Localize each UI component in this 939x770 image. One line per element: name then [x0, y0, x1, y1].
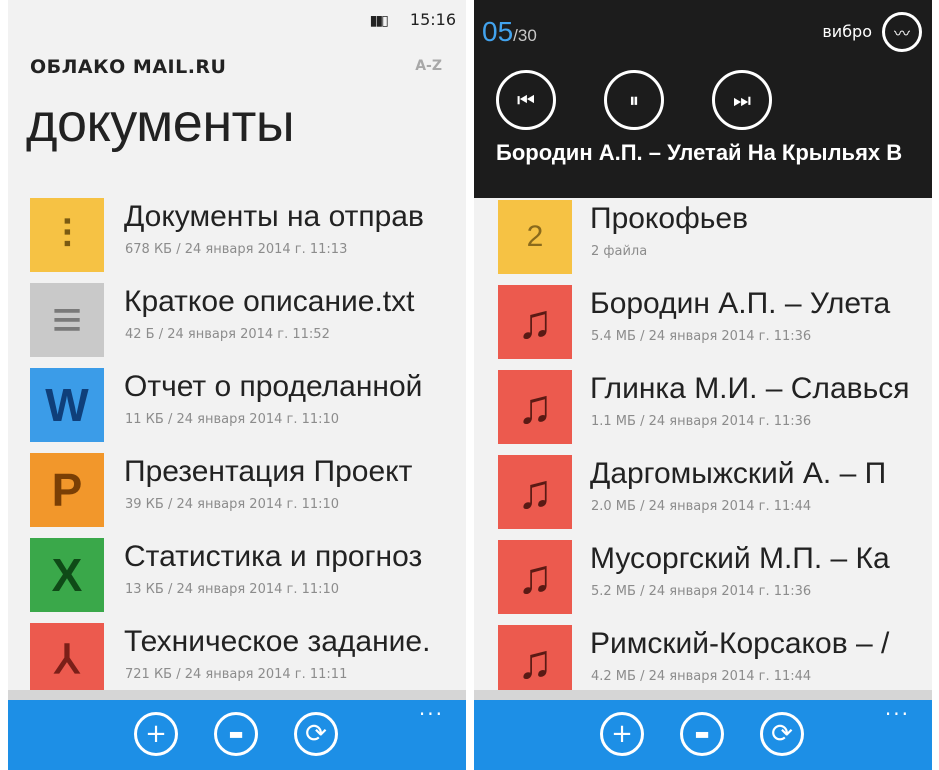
- file-row[interactable]: ♫ Глинка М.И. – Славься 1.1 МБ / 24 января…: [474, 370, 932, 456]
- previous-track-button[interactable]: ⏮: [496, 70, 556, 130]
- file-tile: ♫: [498, 370, 572, 444]
- file-tile: 2: [498, 200, 572, 274]
- file-tile: P: [30, 453, 104, 527]
- music-icon: ♫: [517, 635, 553, 689]
- file-meta: 4.2 МБ / 24 января 2014 г. 11:44: [591, 669, 812, 684]
- pause-button[interactable]: ⏸: [604, 70, 664, 130]
- pdf-icon: ⅄: [54, 638, 80, 682]
- file-name: Отчет о проделанной: [124, 370, 423, 403]
- file-meta: 42 Б / 24 января 2014 г. 11:52: [125, 327, 330, 342]
- file-meta: 2 файла: [591, 244, 648, 259]
- next-icon: ⏭: [733, 88, 751, 112]
- file-name: Статистика и прогноз: [124, 540, 423, 573]
- music-player: 05/30 вибро 〰 ⏮ ⏸ ⏭ Бородин А.П. – Улета…: [474, 0, 932, 198]
- music-icon: ♫: [517, 295, 553, 349]
- sync-icon: ⟳: [771, 719, 793, 749]
- folder-button[interactable]: ▬: [680, 712, 724, 756]
- track-counter: 05/30: [482, 16, 537, 48]
- file-name: Краткое описание.txt: [124, 285, 415, 318]
- vibro-label: вибро: [822, 22, 872, 41]
- add-button[interactable]: +: [134, 712, 178, 756]
- previous-icon: ⏮: [517, 88, 535, 112]
- music-icon: ♫: [517, 380, 553, 434]
- text-doc-icon: ≡: [51, 291, 83, 349]
- file-row[interactable]: ♫ Даргомыжский А. – П 2.0 МБ / 24 января 2…: [474, 455, 932, 541]
- file-row[interactable]: X Статистика и прогноз 13 КБ / 24 января 2…: [8, 538, 466, 624]
- right-phone-screen: 2 Прокофьев 2 файла ♫ Бородин А.П. – Улета 5.…: [474, 0, 932, 770]
- file-tile: ⫶: [30, 198, 104, 272]
- file-tile: ♫: [498, 455, 572, 529]
- file-row[interactable]: ⫶ Документы на отправ 678 КБ / 24 января 2…: [8, 198, 466, 284]
- app-title: ОБЛАКО MAIL.RU: [30, 56, 227, 78]
- app-bar: + ▬ ⟳ ···: [8, 690, 466, 770]
- file-name: Документы на отправ: [124, 200, 424, 233]
- file-meta: 678 КБ / 24 января 2014 г. 11:13: [125, 242, 348, 257]
- file-name: Презентация Проект: [124, 455, 413, 488]
- file-tile: X: [30, 538, 104, 612]
- file-name: Прокофьев: [590, 202, 749, 235]
- left-phone-screen: ▮▮▯ 15:16 ОБЛАКО MAIL.RU A-Z документы ⫶…: [8, 0, 466, 770]
- file-meta: 2.0 МБ / 24 января 2014 г. 11:44: [591, 499, 812, 514]
- app-bar: + ▬ ⟳ ···: [474, 690, 932, 770]
- file-tile: ♫: [498, 285, 572, 359]
- file-tile: ⅄: [30, 623, 104, 697]
- powerpoint-icon: P: [51, 464, 83, 516]
- file-tile: ♫: [498, 625, 572, 699]
- music-icon: ♫: [517, 550, 553, 604]
- sort-button[interactable]: A-Z: [415, 58, 442, 74]
- list-scroll-divider: [474, 690, 932, 700]
- file-name: Бородин А.П. – Улета: [590, 287, 891, 320]
- file-tile: ≡: [30, 283, 104, 357]
- file-row[interactable]: P Презентация Проект 39 КБ / 24 января 201…: [8, 453, 466, 539]
- file-row[interactable]: W Отчет о проделанной 11 КБ / 24 января 20…: [8, 368, 466, 454]
- file-row[interactable]: ♫ Бородин А.П. – Улета 5.4 МБ / 24 января …: [474, 285, 932, 371]
- music-icon: ♫: [517, 465, 553, 519]
- file-name: Глинка М.И. – Славься: [590, 372, 910, 405]
- page-title: документы: [26, 93, 295, 153]
- file-row[interactable]: ♫ Мусоргский М.П. – Ка 5.2 МБ / 24 января …: [474, 540, 932, 626]
- track-current: 05: [482, 16, 514, 47]
- file-tile: W: [30, 368, 104, 442]
- status-bar: ▮▮▯ 15:16: [370, 10, 456, 29]
- folder-icon: 2: [526, 220, 544, 253]
- sync-button[interactable]: ⟳: [294, 712, 338, 756]
- more-button[interactable]: ···: [885, 702, 910, 726]
- folder-icon: ▬: [694, 724, 710, 743]
- file-name: Мусоргский М.П. – Ка: [590, 542, 890, 575]
- file-meta: 11 КБ / 24 января 2014 г. 11:10: [125, 412, 340, 427]
- track-total: /30: [513, 26, 537, 45]
- file-name: Даргомыжский А. – П: [590, 457, 887, 490]
- folder-icon: ▬: [228, 724, 244, 743]
- excel-icon: X: [51, 549, 83, 601]
- file-meta: 5.2 МБ / 24 января 2014 г. 11:36: [591, 584, 812, 599]
- battery-icon: ▮▮▯: [369, 13, 389, 29]
- file-meta: 721 КБ / 24 января 2014 г. 11:11: [125, 667, 348, 682]
- file-meta: 39 КБ / 24 января 2014 г. 11:10: [125, 497, 340, 512]
- clock: 15:16: [409, 10, 456, 29]
- file-row[interactable]: 2 Прокофьев 2 файла: [474, 200, 932, 286]
- sync-button[interactable]: ⟳: [760, 712, 804, 756]
- folder-button[interactable]: ▬: [214, 712, 258, 756]
- file-row[interactable]: ≡ Краткое описание.txt 42 Б / 24 января 20…: [8, 283, 466, 369]
- vibro-button[interactable]: 〰: [882, 12, 922, 52]
- plus-icon: +: [145, 719, 167, 749]
- next-track-button[interactable]: ⏭: [712, 70, 772, 130]
- pause-icon: ⏸: [629, 88, 639, 112]
- file-name: Техническое задание.: [124, 625, 431, 658]
- file-meta: 1.1 МБ / 24 января 2014 г. 11:36: [591, 414, 812, 429]
- sync-icon: ⟳: [305, 719, 327, 749]
- more-button[interactable]: ···: [419, 702, 444, 726]
- add-button[interactable]: +: [600, 712, 644, 756]
- list-scroll-divider: [8, 690, 466, 700]
- plus-icon: +: [611, 719, 633, 749]
- file-tile: ♫: [498, 540, 572, 614]
- vibro-icon: 〰: [893, 24, 910, 43]
- word-icon: W: [45, 379, 89, 431]
- file-meta: 5.4 МБ / 24 января 2014 г. 11:36: [591, 329, 812, 344]
- file-name: Римский-Корсаков – /: [590, 627, 890, 660]
- zip-icon: ⫶: [62, 212, 72, 257]
- file-meta: 13 КБ / 24 января 2014 г. 11:10: [125, 582, 340, 597]
- now-playing-title: Бородин А.П. – Улетай На Крыльях В: [496, 140, 903, 165]
